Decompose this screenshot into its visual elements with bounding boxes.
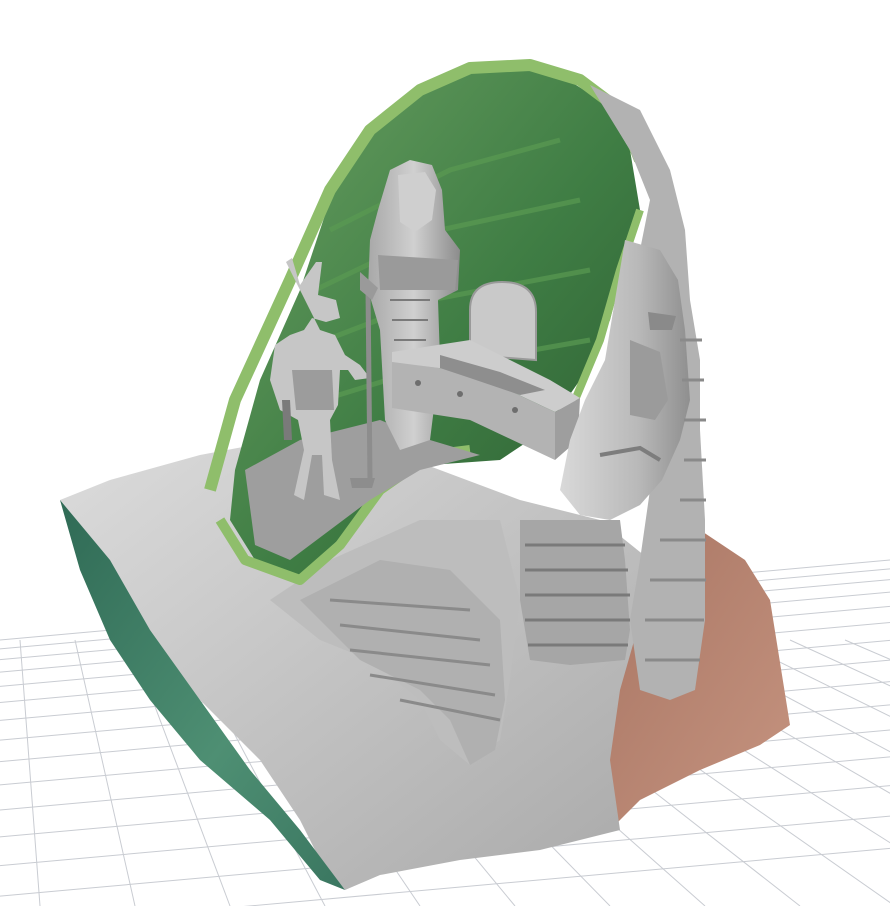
grid-line: [844, 639, 890, 660]
grid-line: [19, 639, 41, 906]
grid-line: [789, 639, 890, 687]
3d-viewport[interactable]: [0, 0, 890, 906]
grid-line: [74, 639, 136, 906]
sphinx-model[interactable]: [60, 59, 790, 890]
sphinx-beard: [520, 520, 630, 665]
